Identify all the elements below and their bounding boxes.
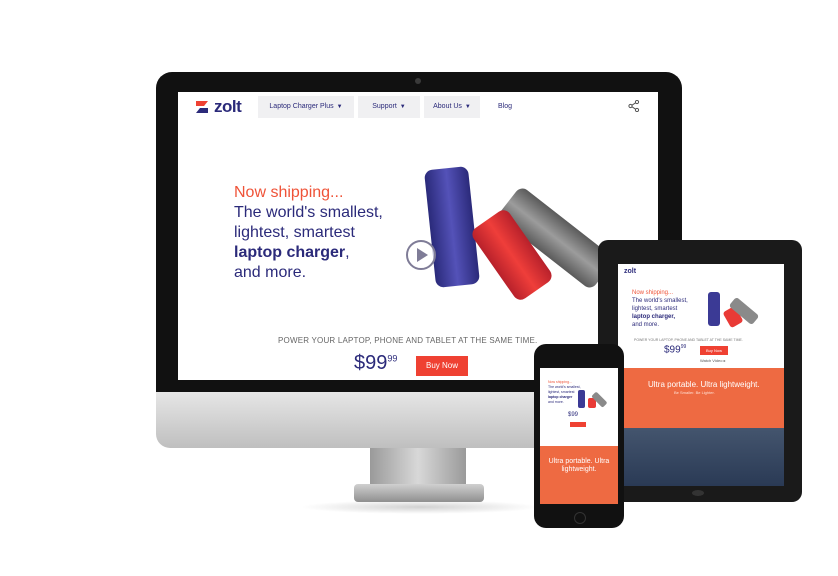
caret-down-icon: ▼ xyxy=(464,104,471,110)
tablet-hero-line: The world's smallest, xyxy=(632,298,688,304)
tablet-lifestyle-image xyxy=(618,428,784,486)
tagline: POWER YOUR LAPTOP, PHONE AND TABLET AT T… xyxy=(278,336,538,345)
tablet-ultra-subheading: Be Smaller. Be Lighter. xyxy=(674,390,715,395)
nav-support[interactable]: Support ▼ xyxy=(358,96,420,118)
tablet-price: $9999 xyxy=(664,344,686,355)
hero-line: lightest, smartest xyxy=(234,224,355,241)
tablet-ultra-heading: Ultra portable. Ultra lightweight. xyxy=(648,380,760,389)
logo-text[interactable]: zolt xyxy=(214,97,242,117)
tablet-screen: zolt Now shipping... The world's smalles… xyxy=(618,264,784,486)
product-image-blue xyxy=(423,166,481,288)
nav-laptop-charger-plus[interactable]: Laptop Charger Plus ▼ xyxy=(258,96,354,118)
hero-line: and more. xyxy=(234,264,307,281)
price-cents: 99 xyxy=(387,353,398,364)
play-icon xyxy=(417,248,428,262)
hero-line: laptop charger, xyxy=(234,244,350,262)
play-video-button[interactable] xyxy=(406,240,436,270)
hero-comma: , xyxy=(345,244,350,261)
buy-now-button[interactable]: Buy Now xyxy=(416,356,468,376)
phone-hero-now-shipping: Now shipping... xyxy=(548,380,572,384)
tablet-price-main: $99 xyxy=(664,344,681,356)
desktop-screen: zolt Laptop Charger Plus ▼ Support ▼ About… xyxy=(178,92,658,380)
tablet-buy-now-button[interactable]: Buy Now xyxy=(700,346,728,355)
hero-bold-text: laptop charger xyxy=(234,244,346,261)
top-nav: zolt Laptop Charger Plus ▼ Support ▼ About… xyxy=(178,92,658,122)
hero-line: The world's smallest, xyxy=(234,204,383,221)
nav-label: Laptop Charger Plus xyxy=(269,103,334,110)
phone-screen: Now shipping... The world's smallest, li… xyxy=(540,368,618,504)
tablet-hero-now-shipping: Now shipping... xyxy=(632,290,674,296)
phone-buy-now-button[interactable] xyxy=(570,422,586,427)
camera-icon xyxy=(415,78,421,84)
tablet-watch-video-link[interactable]: Watch Video ▸ xyxy=(700,358,726,363)
tablet-hero-line: laptop charger, xyxy=(632,314,676,320)
tablet-product-image xyxy=(708,292,759,328)
tablet-price-cents: 99 xyxy=(680,344,687,350)
nav-label: Support xyxy=(372,103,397,110)
ipad-home-button xyxy=(692,490,704,496)
share-icon[interactable] xyxy=(628,100,640,112)
zolt-logo-icon[interactable] xyxy=(194,100,210,114)
monitor-shadow xyxy=(300,500,540,514)
phone-ultra-heading: Ultra portable. Ultra lightweight. xyxy=(548,458,610,473)
imac-stand-foot xyxy=(354,484,484,502)
price-main: $99 xyxy=(354,352,388,374)
nav-label: About Us xyxy=(433,103,462,110)
phone-price: $99 xyxy=(568,412,579,418)
tablet-hero-line: and more. xyxy=(632,322,660,328)
caret-down-icon: ▼ xyxy=(399,104,406,110)
phone-hero-line: laptop charger xyxy=(548,395,573,399)
imac-stand-neck xyxy=(370,448,466,486)
tablet-logo[interactable]: zolt xyxy=(624,268,636,275)
tablet-ultra-section: Ultra portable. Ultra lightweight. Be Sm… xyxy=(618,368,784,428)
phone-ultra-section: Ultra portable. Ultra lightweight. xyxy=(540,446,618,504)
phone-product-image xyxy=(578,390,607,408)
phone-hero-line: lightest, smartest xyxy=(548,390,575,394)
iphone-home-button xyxy=(574,512,586,524)
hero-now-shipping: Now shipping... xyxy=(234,184,344,201)
tablet-hero-line: lightest, smartest xyxy=(632,306,678,312)
price: $9999 xyxy=(354,352,397,375)
nav-blog[interactable]: Blog xyxy=(498,96,512,118)
phone-hero-line: and more. xyxy=(548,400,564,404)
tablet-tagline: POWER YOUR LAPTOP, PHONE AND TABLET AT T… xyxy=(634,338,743,342)
nav-about-us[interactable]: About Us ▼ xyxy=(424,96,480,118)
caret-down-icon: ▼ xyxy=(336,104,343,110)
